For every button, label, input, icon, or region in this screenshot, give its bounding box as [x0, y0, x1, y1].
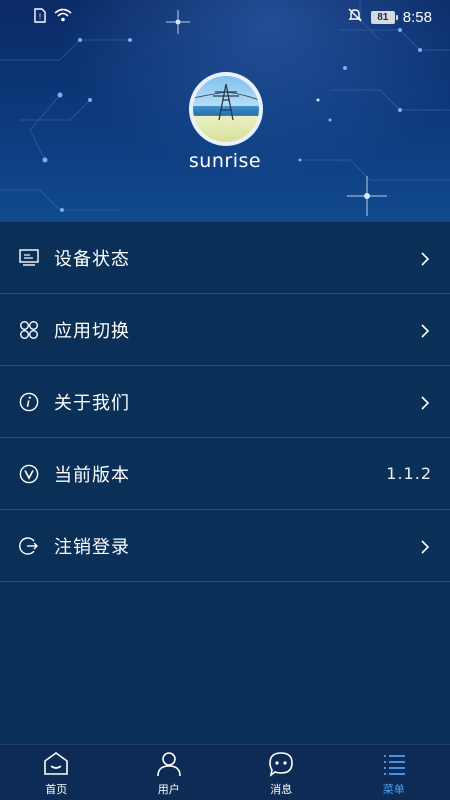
user-icon — [155, 750, 183, 778]
username: sunrise — [188, 150, 262, 172]
avatar-image — [193, 76, 259, 142]
menu-item-label: 关于我们 — [54, 392, 130, 414]
menu-item-current-version: 当前版本 1.1.2 — [0, 438, 450, 510]
tab-label: 首页 — [45, 783, 68, 796]
home-icon — [42, 750, 70, 778]
version-icon — [18, 463, 40, 485]
sim-card-icon: ! — [34, 7, 46, 27]
version-number: 1.1.2 — [386, 464, 432, 483]
battery-indicator: 81 — [370, 10, 398, 24]
menu-item-label: 当前版本 — [54, 464, 130, 486]
tab-menu[interactable]: 菜单 — [338, 745, 450, 800]
menu-item-app-switch[interactable]: 应用切换 — [0, 294, 450, 366]
device-status-icon — [18, 247, 40, 269]
tab-label: 消息 — [270, 783, 293, 796]
clock-time: 8:58 — [402, 8, 432, 26]
tab-label: 菜单 — [382, 783, 405, 796]
settings-menu: 设备状态 应用切换 关于我们 当前版本 1.1.2 注销登录 — [0, 222, 450, 582]
menu-item-device-status[interactable]: 设备状态 — [0, 222, 450, 294]
mute-bell-icon — [347, 7, 363, 27]
menu-item-label: 注销登录 — [54, 536, 130, 558]
app-switch-icon — [18, 319, 40, 341]
svg-text:!: ! — [39, 12, 41, 21]
menu-item-label: 设备状态 — [54, 248, 130, 270]
menu-item-label: 应用切换 — [54, 320, 130, 342]
tab-user[interactable]: 用户 — [113, 745, 226, 800]
avatar[interactable] — [189, 72, 263, 146]
bottom-nav: 首页 用户 消息 菜单 — [0, 744, 450, 800]
status-bar: ! 81 8:58 — [0, 0, 450, 34]
wifi-icon — [54, 8, 72, 26]
message-icon — [267, 750, 295, 778]
chevron-right-icon — [418, 395, 432, 410]
menu-item-logout[interactable]: 注销登录 — [0, 510, 450, 582]
tab-messages[interactable]: 消息 — [225, 745, 338, 800]
profile-header: ! 81 8:58 sunrise — [0, 0, 450, 222]
tab-label: 用户 — [157, 783, 180, 796]
tab-home[interactable]: 首页 — [0, 745, 113, 800]
menu-item-about-us[interactable]: 关于我们 — [0, 366, 450, 438]
logout-icon — [18, 535, 40, 557]
chevron-right-icon — [418, 539, 432, 554]
chevron-right-icon — [418, 251, 432, 266]
menu-list-icon — [380, 750, 408, 778]
info-icon — [18, 391, 40, 413]
chevron-right-icon — [418, 323, 432, 338]
